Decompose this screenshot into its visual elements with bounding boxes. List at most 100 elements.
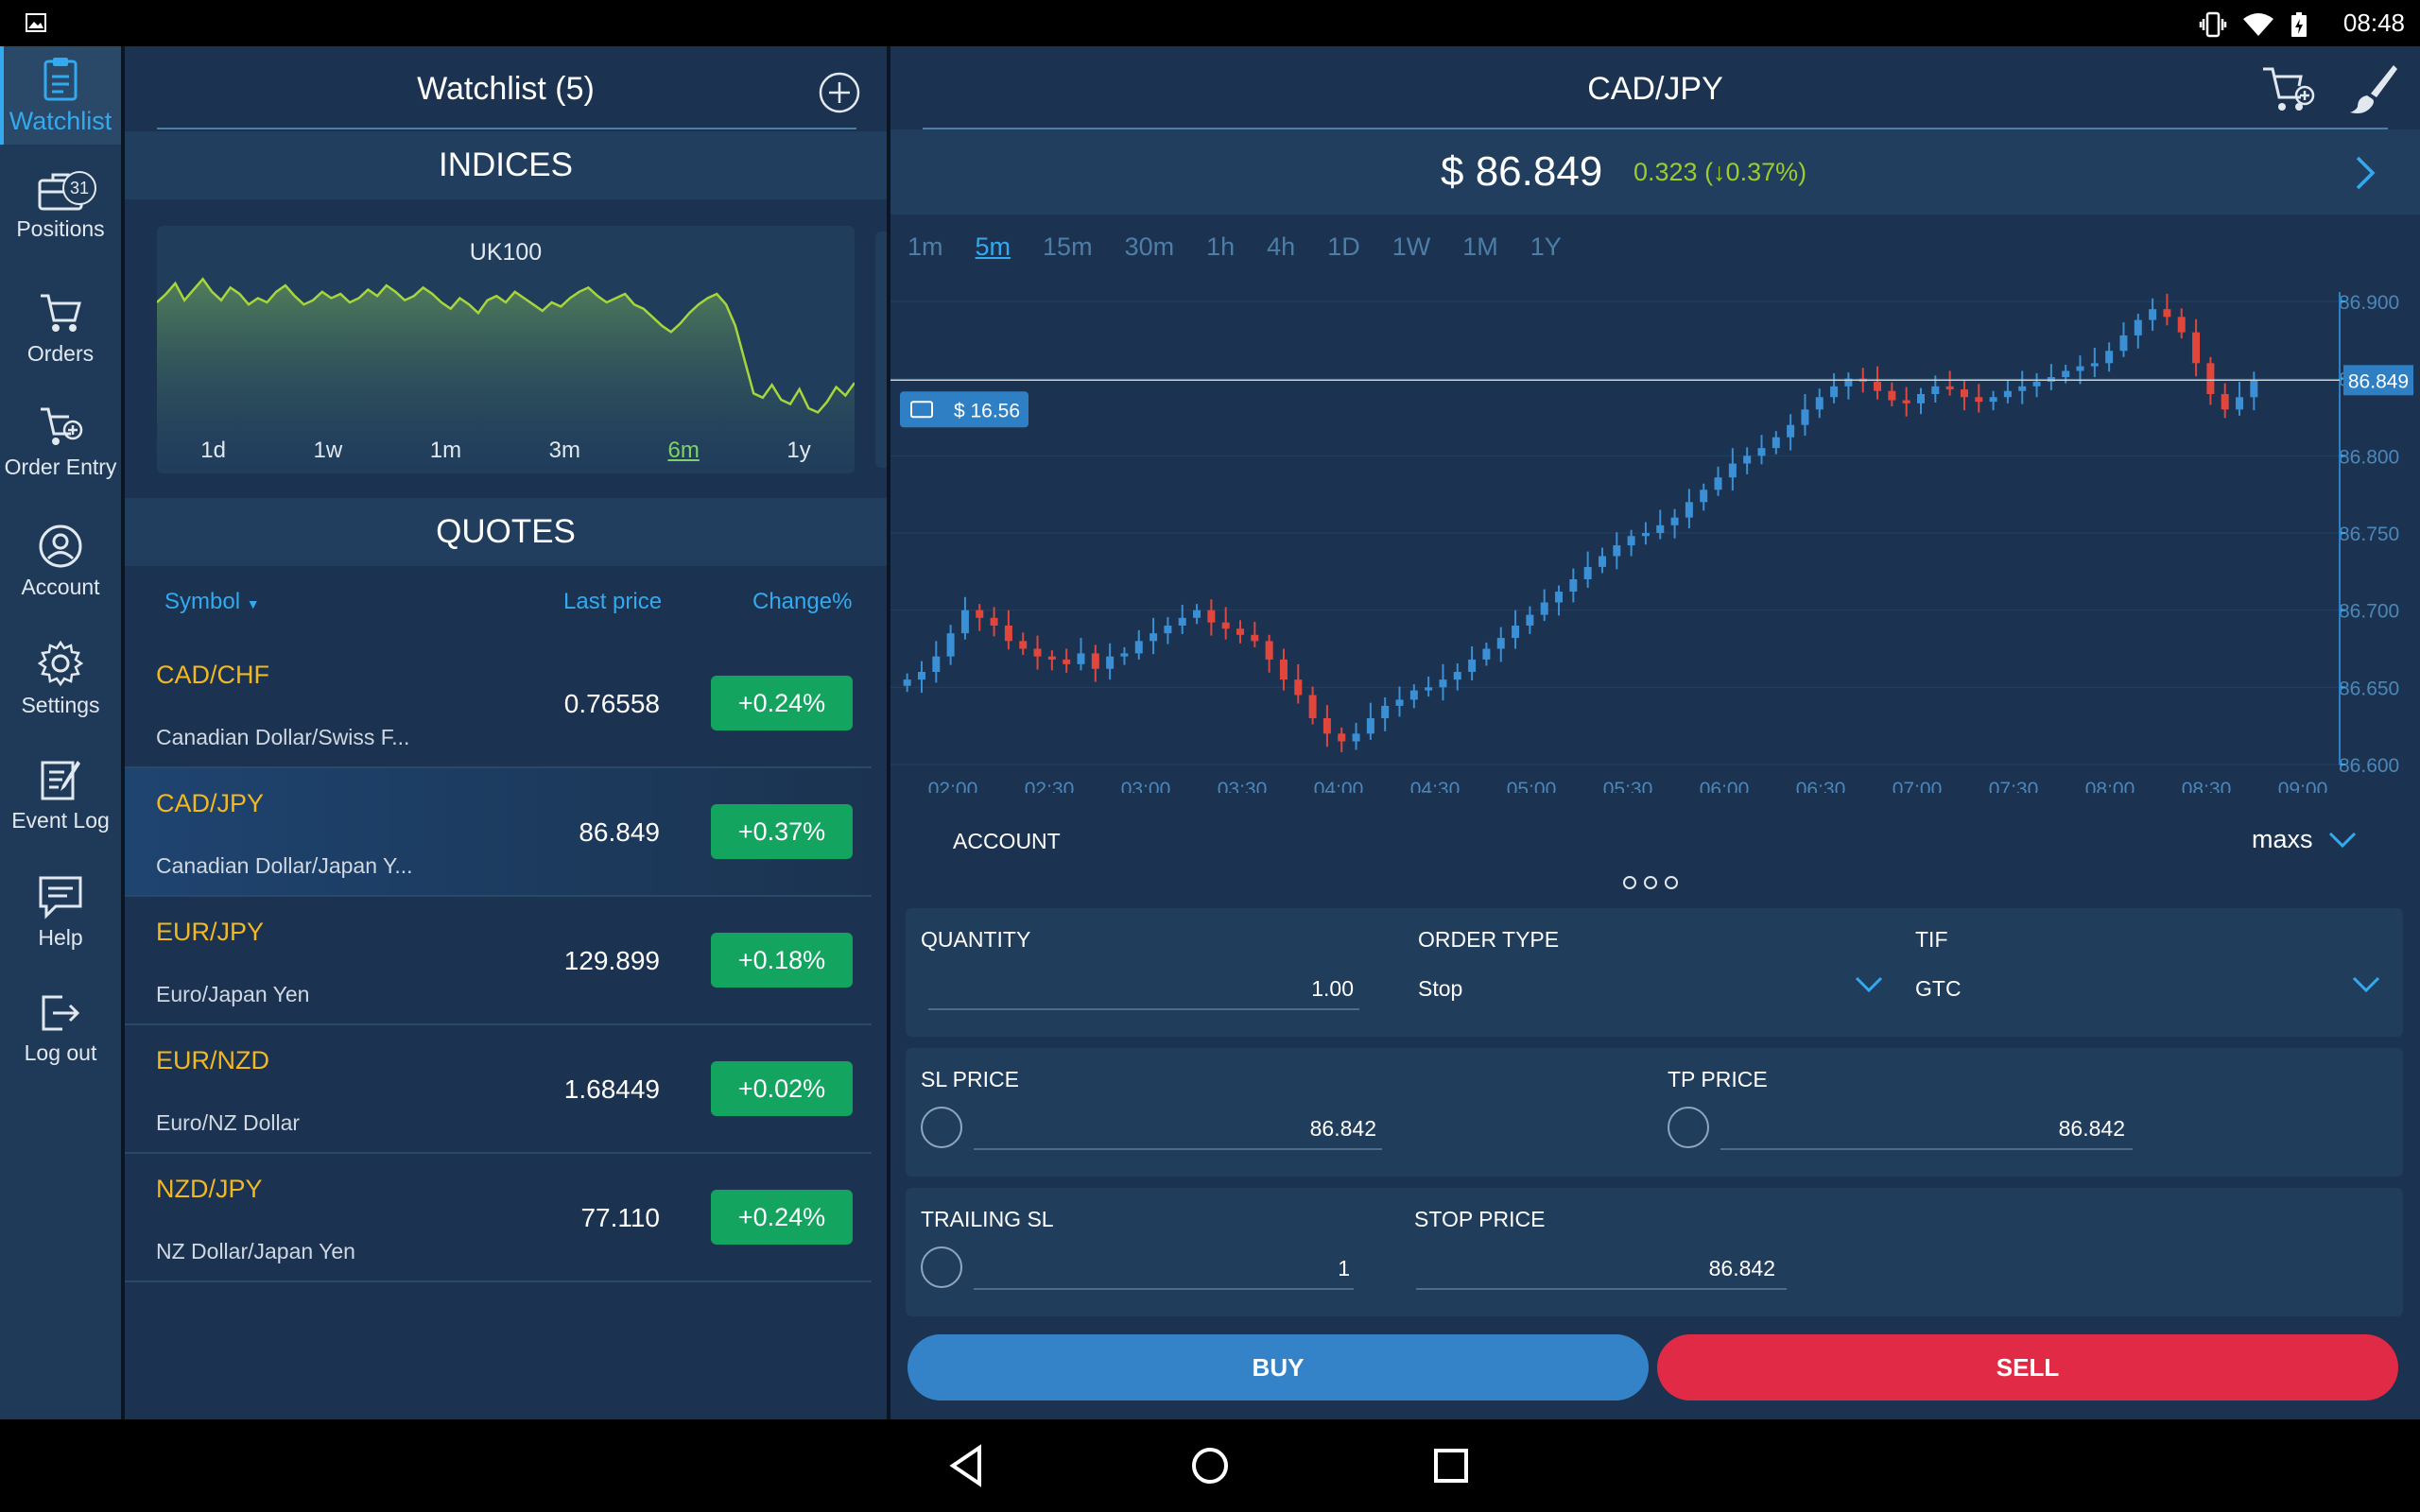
tf-30m[interactable]: 30m [1125, 232, 1175, 262]
column-symbol[interactable]: Symbol ▼ [164, 589, 260, 615]
candle-body [1439, 679, 1447, 688]
quantity-input[interactable]: 1.00 [925, 976, 1354, 1002]
tf-15m[interactable]: 15m [1043, 232, 1093, 262]
tf-1Y[interactable]: 1Y [1530, 232, 1562, 262]
home-icon[interactable] [1184, 1440, 1236, 1491]
candle-body [1874, 381, 1882, 391]
price-chart[interactable]: 86.90086.85086.80086.75086.70086.65086.6… [890, 292, 2420, 802]
quote-row[interactable]: CAD/CHF Canadian Dollar/Swiss F... 0.765… [125, 640, 872, 768]
candle-body [1207, 610, 1216, 623]
stop-price-input[interactable]: 86.842 [1416, 1256, 1775, 1281]
index-card[interactable]: UK100 1d 1w 1m 3m 6m 1y [157, 226, 855, 473]
quote-change-badge: +0.02% [711, 1061, 853, 1116]
tf-4h[interactable]: 4h [1267, 232, 1295, 262]
sidebar-item-orders[interactable]: Orders [0, 290, 121, 385]
sidebar-item-account[interactable]: Account [0, 524, 121, 627]
quotes-header: QUOTES [125, 498, 887, 566]
sidebar-item-label: Positions [16, 216, 105, 241]
candle-body [1989, 397, 1997, 403]
sidebar-item-order-entry[interactable]: Order Entry [0, 404, 121, 507]
quote-row[interactable]: NZD/JPY NZ Dollar/Japan Yen 77.110 +0.24… [125, 1154, 872, 1282]
index-sparkline [157, 277, 855, 473]
range-3m[interactable]: 3m [549, 438, 580, 464]
buy-button[interactable]: BUY [908, 1334, 1649, 1400]
account-selector[interactable]: maxs [2252, 825, 2357, 854]
order-form: ACCOUNT maxs QUANTITY 1.00 ORDER TYPE St… [890, 793, 2420, 1419]
status-bar: 08:48 [0, 0, 2420, 46]
chevron-down-icon[interactable] [1855, 976, 1883, 993]
pager-dots [1623, 876, 1678, 889]
recents-icon[interactable] [1426, 1440, 1477, 1491]
trailing-sl-toggle[interactable] [921, 1246, 962, 1288]
order-type-label: ORDER TYPE [1418, 927, 1560, 952]
sidebar-item-watchlist[interactable]: Watchlist [0, 46, 121, 145]
instrument-title: CAD/JPY [1587, 71, 1723, 107]
tf-1h[interactable]: 1h [1206, 232, 1235, 262]
candle-body [1134, 641, 1143, 654]
sidebar-item-event-log[interactable]: Event Log [0, 757, 121, 861]
column-last-price[interactable]: Last price [563, 589, 662, 615]
tf-1D[interactable]: 1D [1327, 232, 1360, 262]
candle-body [1236, 628, 1244, 635]
candle-body [1178, 617, 1186, 626]
brush-icon[interactable] [2346, 61, 2399, 116]
order-type-select[interactable]: Stop [1418, 976, 1462, 1002]
current-price: $ 86.849 [1441, 148, 1603, 195]
tf-1m[interactable]: 1m [908, 232, 943, 262]
tf-1W[interactable]: 1W [1392, 232, 1431, 262]
pager-dot [1623, 876, 1636, 889]
cart-plus-icon[interactable] [2259, 61, 2316, 116]
candle-body [2221, 394, 2229, 410]
quote-change-badge: +0.37% [711, 804, 853, 859]
candle-body [1960, 389, 1968, 398]
sidebar-item-help[interactable]: Help [0, 874, 121, 978]
sidebar-item-settings[interactable]: Settings [0, 640, 121, 744]
quote-row[interactable]: CAD/JPY Canadian Dollar/Japan Y... 86.84… [125, 768, 872, 897]
candle-body [1308, 695, 1317, 718]
image-icon [26, 13, 46, 32]
candle-body [2047, 377, 2055, 382]
tif-select[interactable]: GTC [1915, 976, 1962, 1002]
tf-1M[interactable]: 1M [1462, 232, 1498, 262]
candle-body [2163, 309, 2171, 318]
sidebar-item-label: Order Entry [4, 455, 117, 479]
sidebar-item-logout[interactable]: Log out [0, 989, 121, 1093]
tp-toggle[interactable] [1668, 1107, 1709, 1148]
trailing-sl-input[interactable]: 1 [972, 1256, 1350, 1281]
candle-body [2018, 386, 2027, 391]
candle-body [2062, 370, 2070, 378]
candle-body [1598, 556, 1606, 567]
quote-change-badge: +0.24% [711, 1190, 853, 1245]
candle-body [1714, 477, 1722, 490]
chevron-down-icon[interactable] [2352, 976, 2380, 993]
range-1w[interactable]: 1w [314, 438, 343, 464]
sidebar-item-label: Account [21, 575, 100, 599]
watchlist-panel: Watchlist (5) INDICES UK100 1d 1w 1m 3m … [125, 46, 887, 1419]
sell-button[interactable]: SELL [1657, 1334, 2398, 1400]
range-1y[interactable]: 1y [786, 438, 810, 464]
quote-row[interactable]: EUR/JPY Euro/Japan Yen 129.899 +0.18% [125, 897, 872, 1025]
candle-body [1685, 502, 1693, 518]
candle-body [2090, 363, 2099, 367]
candle-body [1265, 641, 1273, 660]
add-circle-icon[interactable] [818, 71, 861, 114]
tp-price-input[interactable]: 86.842 [1719, 1116, 2125, 1142]
quote-row[interactable]: EUR/NZD Euro/NZ Dollar 1.68449 +0.02% [125, 1025, 872, 1154]
candle-body [1338, 733, 1346, 742]
back-icon[interactable] [943, 1440, 994, 1491]
range-1m[interactable]: 1m [430, 438, 461, 464]
candle-body [1150, 633, 1158, 642]
chevron-right-icon[interactable] [2354, 154, 2377, 192]
quote-name: Canadian Dollar/Japan Y... [156, 853, 413, 878]
tf-5m[interactable]: 5m [976, 232, 1011, 262]
candle-body [1294, 679, 1303, 696]
candle-body [903, 679, 911, 686]
sidebar-item-positions[interactable]: 31 Positions [0, 167, 121, 262]
sl-price-input[interactable]: 86.842 [972, 1116, 1376, 1142]
sl-toggle[interactable] [921, 1107, 962, 1148]
candle-body [1063, 659, 1071, 664]
range-1d[interactable]: 1d [200, 438, 226, 464]
candle-body [1221, 622, 1230, 629]
column-change[interactable]: Change% [752, 589, 852, 615]
range-6m[interactable]: 6m [667, 438, 699, 464]
